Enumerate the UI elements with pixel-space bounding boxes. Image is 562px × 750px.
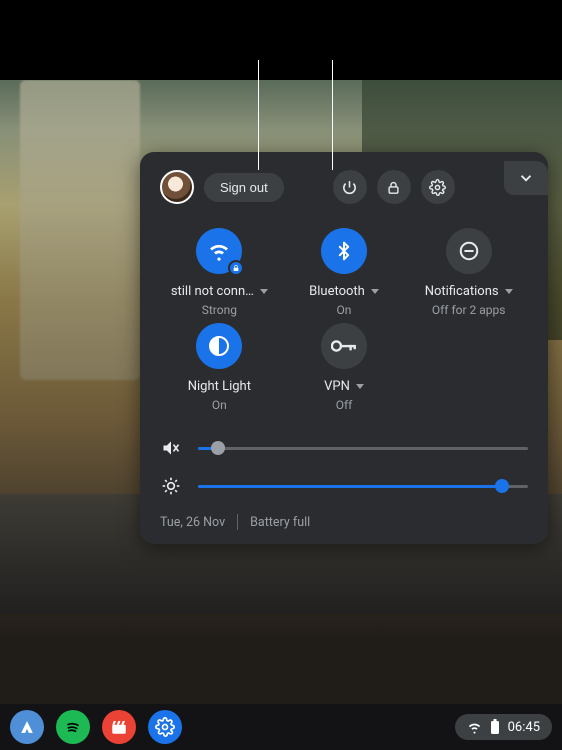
shelf: 06:45	[0, 704, 562, 750]
wifi-label-button[interactable]: still not conn…	[171, 284, 268, 299]
vpn-label-button[interactable]: VPN	[324, 379, 364, 394]
vpn-label: VPN	[324, 379, 350, 394]
clapperboard-icon	[110, 718, 128, 736]
bluetooth-status: On	[337, 303, 352, 317]
panel-header: Sign out	[160, 170, 528, 204]
avatar[interactable]	[160, 170, 194, 204]
vpn-key-icon	[331, 337, 357, 355]
vpn-status: Off	[336, 398, 353, 412]
battery-tray-icon	[490, 719, 500, 735]
volume-mute-icon[interactable]	[160, 438, 182, 458]
night-light-label-button[interactable]: Night Light	[188, 379, 251, 394]
lock-small-icon	[232, 264, 240, 272]
night-light-toggle[interactable]	[196, 323, 242, 369]
wifi-lock-badge	[228, 260, 244, 276]
wallpaper-element	[20, 80, 140, 380]
vpn-toggle[interactable]	[321, 323, 367, 369]
gear-icon	[155, 717, 175, 737]
volume-slider[interactable]	[198, 447, 528, 450]
volume-thumb[interactable]	[211, 441, 225, 455]
power-icon	[341, 179, 358, 196]
wifi-status: Strong	[202, 303, 237, 317]
lock-icon	[386, 180, 401, 195]
night-light-status: On	[212, 398, 227, 412]
spotify-icon	[63, 717, 83, 737]
brightness-fill	[198, 485, 502, 488]
system-tray[interactable]: 06:45	[455, 714, 552, 740]
callout-line	[258, 60, 259, 170]
do-not-disturb-icon	[458, 240, 480, 262]
tile-vpn: VPN Off	[285, 323, 404, 412]
tile-wifi: still not conn… Strong	[160, 228, 279, 317]
notifications-status: Off for 2 apps	[432, 303, 506, 317]
lock-button[interactable]	[377, 170, 411, 204]
callout-line	[332, 60, 333, 170]
wifi-icon	[207, 239, 231, 263]
brightness-icon	[160, 476, 182, 496]
bluetooth-label: Bluetooth	[309, 284, 365, 299]
quick-settings-panel: Sign out still not c	[140, 152, 548, 544]
wifi-toggle[interactable]	[196, 228, 242, 274]
tile-night-light: Night Light On	[160, 323, 279, 412]
bluetooth-toggle[interactable]	[321, 228, 367, 274]
volume-row	[160, 438, 528, 458]
notifications-label: Notifications	[425, 284, 499, 299]
tray-time: 06:45	[508, 720, 540, 735]
mountain-icon	[17, 717, 37, 737]
shelf-apps	[10, 710, 182, 744]
night-light-icon	[207, 334, 231, 358]
panel-footer: Tue, 26 Nov Battery full	[160, 514, 528, 530]
notifications-label-button[interactable]: Notifications	[425, 284, 513, 299]
shelf-app-spotify[interactable]	[56, 710, 90, 744]
bluetooth-label-button[interactable]: Bluetooth	[309, 284, 379, 299]
sliders-section	[160, 438, 528, 496]
brightness-row	[160, 476, 528, 496]
wifi-label: still not conn…	[171, 284, 254, 299]
brightness-thumb[interactable]	[495, 479, 509, 493]
footer-date[interactable]: Tue, 26 Nov	[160, 515, 225, 530]
footer-divider	[237, 514, 238, 530]
brightness-slider[interactable]	[198, 485, 528, 488]
gear-icon	[429, 179, 446, 196]
shelf-app-nordvpn[interactable]	[10, 710, 44, 744]
night-light-label: Night Light	[188, 379, 251, 394]
power-button[interactable]	[333, 170, 367, 204]
shelf-app-settings[interactable]	[148, 710, 182, 744]
notifications-toggle[interactable]	[446, 228, 492, 274]
footer-battery[interactable]: Battery full	[250, 515, 310, 530]
bluetooth-icon	[334, 239, 354, 263]
quick-settings-tiles: still not conn… Strong Bluetooth On Noti…	[160, 228, 528, 412]
sign-out-button[interactable]: Sign out	[204, 173, 284, 202]
collapse-button[interactable]	[504, 161, 548, 195]
chevron-down-icon	[517, 169, 535, 187]
tile-bluetooth: Bluetooth On	[285, 228, 404, 317]
settings-button[interactable]	[421, 170, 455, 204]
tile-notifications: Notifications Off for 2 apps	[409, 228, 528, 317]
shelf-app-media[interactable]	[102, 710, 136, 744]
wifi-tray-icon	[467, 720, 482, 735]
